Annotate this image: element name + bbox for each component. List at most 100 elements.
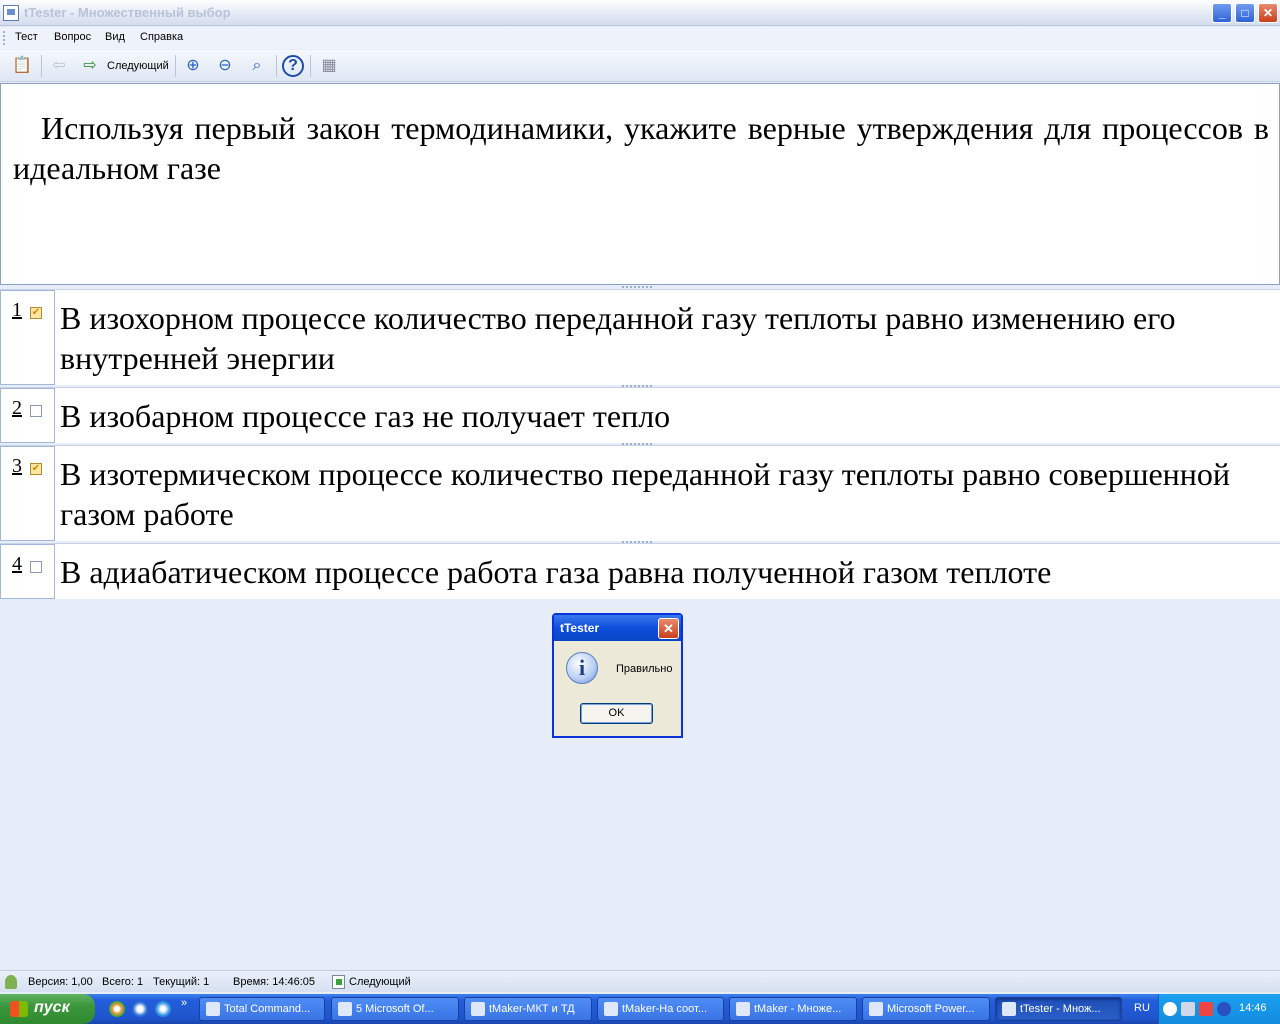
calculator-icon[interactable]: ▦ <box>318 55 340 77</box>
answer-checkbox[interactable]: ✔ <box>30 463 42 475</box>
dialog-title-bar[interactable]: tTester ✕ <box>554 615 681 641</box>
answer-row-2[interactable]: 2 В изобарном процессе газ не получает т… <box>0 387 1280 443</box>
task-icon <box>206 1002 220 1016</box>
next-icon[interactable]: ⇨ <box>79 55 101 77</box>
dialog-message: Правильно <box>616 663 673 675</box>
next-icon[interactable] <box>332 975 345 989</box>
dialog-title: tTester <box>560 621 600 635</box>
menu-grip <box>3 31 5 45</box>
bluetooth-icon[interactable] <box>1217 1002 1231 1016</box>
media-player-icon[interactable] <box>132 1001 148 1017</box>
task-icon <box>736 1002 750 1016</box>
menu-item-view[interactable]: Вид <box>105 31 125 43</box>
task-label: tMaker-МКТ и ТД <box>489 1003 575 1015</box>
status-current: Текущий: 1 <box>153 976 210 988</box>
chrome-icon[interactable] <box>109 1001 125 1017</box>
window-title: tTester - Множественный выбор <box>24 5 231 20</box>
zoom-icon[interactable]: ⌕ <box>246 55 268 77</box>
status-total: Всего: 1 <box>102 976 144 988</box>
tray-expand-icon[interactable] <box>1163 1002 1177 1016</box>
help-icon[interactable]: ? <box>282 55 304 77</box>
answer-row-3[interactable]: 3 ✔ В изотермическом процессе количество… <box>0 445 1280 541</box>
taskbar: пуск » Total Command... 5 Microsoft Of..… <box>0 994 1280 1024</box>
answer-row-1[interactable]: 1 ✔ В изохорном процессе количество пере… <box>0 289 1280 385</box>
answer-checkbox[interactable] <box>30 405 42 417</box>
back-icon[interactable]: ⇦ <box>48 55 70 77</box>
task-tmaker-multiple[interactable]: tMaker - Множе... <box>729 997 857 1021</box>
answer-text[interactable]: В изохорном процессе количество переданн… <box>60 298 1270 378</box>
task-tmaker-match[interactable]: tMaker-На соот... <box>597 997 724 1021</box>
answer-text[interactable]: В изобарном процессе газ не получает теп… <box>60 396 1270 436</box>
word-icon <box>338 1002 352 1016</box>
status-time: Время: 14:46:05 <box>233 976 316 988</box>
task-icon <box>1002 1002 1016 1016</box>
answer-number-cell: 3 ✔ <box>0 446 55 541</box>
task-label: tMaker-На соот... <box>622 1003 708 1015</box>
maximize-button[interactable]: □ <box>1235 3 1255 23</box>
title-bar[interactable]: tTester - Множественный выбор _ □ ✕ <box>0 0 1280 26</box>
menu-bar: Тест Вопрос Вид Справка <box>0 27 1280 49</box>
info-icon: i <box>566 652 598 684</box>
menu-item-help[interactable]: Справка <box>140 31 183 43</box>
start-label: пуск <box>34 999 70 1016</box>
app-icon <box>3 5 19 21</box>
answer-row-4[interactable]: 4 В адиабатическом процессе работа газа … <box>0 543 1280 599</box>
menu-item-test[interactable]: Тест <box>15 31 38 43</box>
task-microsoft-office[interactable]: 5 Microsoft Of... <box>331 997 459 1021</box>
quicklaunch-more-icon[interactable]: » <box>181 997 187 1009</box>
test-icon[interactable]: 📋 <box>11 55 33 77</box>
task-label: Total Command... <box>224 1003 311 1015</box>
status-bar: Версия: 1,00 Всего: 1 Текущий: 1 Время: … <box>0 970 1280 992</box>
security-icon[interactable] <box>1199 1002 1213 1016</box>
zoom-out-icon[interactable]: ⊖ <box>214 55 236 77</box>
system-tray: 14:46 <box>1158 994 1280 1024</box>
answer-checkbox[interactable] <box>30 561 42 573</box>
answer-number-cell: 1 ✔ <box>0 290 55 385</box>
language-indicator[interactable]: RU <box>1134 1002 1150 1014</box>
task-icon <box>604 1002 618 1016</box>
ok-button[interactable]: OK <box>580 703 653 724</box>
menu-item-question[interactable]: Вопрос <box>54 31 91 43</box>
windows-logo-icon <box>10 1001 28 1017</box>
network-icon[interactable] <box>1181 1002 1195 1016</box>
task-ttester[interactable]: tTester - Множ... <box>995 997 1122 1021</box>
answer-number: 2 <box>12 397 22 419</box>
answer-number-cell: 2 <box>0 388 55 443</box>
toolbar-separator <box>310 55 311 77</box>
dialog-close-button[interactable]: ✕ <box>658 618 679 639</box>
question-text: Используя первый закон термодинамики, ук… <box>13 110 1269 186</box>
answer-number: 1 <box>12 299 22 321</box>
internet-explorer-icon[interactable] <box>155 1001 171 1017</box>
task-icon <box>471 1002 485 1016</box>
powerpoint-icon <box>869 1002 883 1016</box>
user-icon <box>5 975 17 989</box>
close-button[interactable]: ✕ <box>1258 3 1278 23</box>
question-panel: Используя первый закон термодинамики, ук… <box>0 83 1280 285</box>
task-label: Microsoft Power... <box>887 1003 975 1015</box>
clock: 14:46 <box>1239 1002 1267 1014</box>
next-button-label[interactable]: Следующий <box>107 60 169 72</box>
answer-number-cell: 4 <box>0 544 55 599</box>
answer-number: 3 <box>12 455 22 477</box>
splitter-handle[interactable] <box>622 286 652 288</box>
answer-text[interactable]: В изотермическом процессе количество пер… <box>60 454 1270 534</box>
task-label: tTester - Множ... <box>1020 1003 1101 1015</box>
task-label: 5 Microsoft Of... <box>356 1003 434 1015</box>
toolbar: 📋 ⇦ ⇨ Следующий ⊕ ⊖ ⌕ ? ▦ <box>0 50 1280 82</box>
answer-checkbox[interactable]: ✔ <box>30 307 42 319</box>
toolbar-separator <box>41 55 42 77</box>
status-next[interactable]: Следующий <box>349 976 411 988</box>
toolbar-separator <box>276 55 277 77</box>
answer-text[interactable]: В адиабатическом процессе работа газа ра… <box>60 552 1270 592</box>
zoom-in-icon[interactable]: ⊕ <box>182 55 204 77</box>
task-total-commander[interactable]: Total Command... <box>199 997 325 1021</box>
task-powerpoint[interactable]: Microsoft Power... <box>862 997 990 1021</box>
task-label: tMaker - Множе... <box>754 1003 842 1015</box>
start-button[interactable]: пуск <box>0 994 95 1024</box>
minimize-button[interactable]: _ <box>1212 3 1232 23</box>
answer-number: 4 <box>12 553 22 575</box>
message-dialog: tTester ✕ i Правильно OK <box>552 613 683 738</box>
toolbar-separator <box>175 55 176 77</box>
task-tmaker-mkt[interactable]: tMaker-МКТ и ТД <box>464 997 592 1021</box>
status-version: Версия: 1,00 <box>28 976 93 988</box>
